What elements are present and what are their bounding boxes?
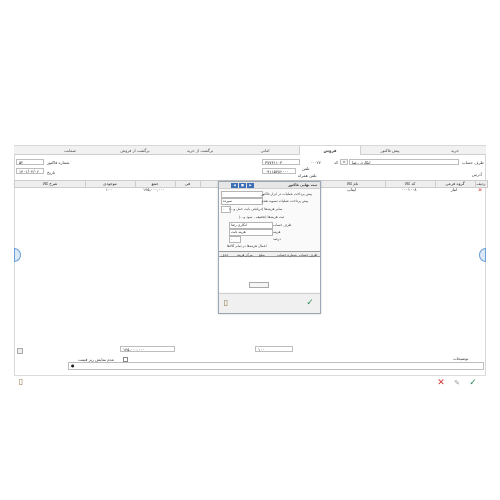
date-field[interactable]: ۱۴۰۱/۰۲/۰۶ xyxy=(16,168,44,174)
address-label: آدرس xyxy=(472,172,482,177)
toolbar-icon-2[interactable]: ■ xyxy=(239,183,246,188)
tab-purchase[interactable]: خرید xyxy=(424,146,486,155)
payment-party-select[interactable]: انکاری رضا xyxy=(229,222,273,229)
th-party: طرف حساب xyxy=(299,253,318,257)
date-label: تاریخ xyxy=(47,170,55,175)
th-amount: مبلغ xyxy=(259,253,265,257)
percent-label: درصد xyxy=(273,237,281,241)
fee-label: هزینه xyxy=(273,230,281,234)
payment-party-label: طرف حساب xyxy=(273,223,292,227)
dropdown-arrow-icon[interactable]: ▾ xyxy=(340,159,348,165)
qty-total-field: ۱۰۰ xyxy=(255,346,293,352)
cancel-x-icon[interactable]: ✕ xyxy=(436,378,446,388)
tab-purchase-return[interactable]: برگشت از خرید xyxy=(169,146,231,155)
code-label: کد xyxy=(334,160,339,165)
row-name: لپتاپ xyxy=(347,187,356,192)
costs-table-header: طرف حساب شماره حساب مبلغ مرکز هزینه حذف xyxy=(219,251,320,257)
row-subgroup: انبار xyxy=(450,187,458,192)
invoice-number-field[interactable]: ۵۲ xyxy=(16,159,44,165)
tab-proforma[interactable]: پیش فاکتور xyxy=(359,146,421,155)
exit-icon[interactable]: ▯ xyxy=(16,377,26,387)
costs-scroll-button[interactable] xyxy=(249,282,269,288)
th-cost-center: مرکز هزینه xyxy=(237,253,253,257)
prepay-label: پیش پرداخت عملیات در ابزار فاکتور xyxy=(261,192,312,196)
th-delete: حذف xyxy=(221,253,229,257)
save-check-icon[interactable]: ✓ xyxy=(468,378,478,388)
row-code: ۰۰۰۱۰۰۸ xyxy=(401,187,417,192)
total-menu-icon[interactable] xyxy=(17,348,23,354)
account-party-label: طرف حساب xyxy=(462,160,484,165)
other-costs-label: سایر هزینه‌ها (دریافتی بابت حمل و...) xyxy=(229,207,283,211)
mobile-field[interactable]: ۰۹۱۱۵۷۸۶۰۰۰ xyxy=(262,168,296,174)
apply-costs-note: اعمال هزینه‌ها در تمام کالاها xyxy=(227,244,267,248)
exit-door-icon[interactable]: ▯ xyxy=(221,298,231,308)
costs-table-body xyxy=(219,258,320,292)
edit-pencil-icon[interactable]: ✎ xyxy=(452,378,462,388)
toolbar-icon-1[interactable]: ◀ xyxy=(231,183,238,188)
account-party-input[interactable]: انکاری رضا xyxy=(349,159,459,165)
percent-input[interactable]: ۰ xyxy=(229,236,241,243)
dialog-titlebar: ◀ ■ ▶ ثبت نهایی فاکتور xyxy=(219,182,320,189)
invoice-number-label: شماره فاکتور xyxy=(47,160,70,165)
main-footer xyxy=(14,375,486,393)
th-account: شماره حساب xyxy=(277,253,297,257)
tab-sales-return[interactable]: برگشت از فروش xyxy=(104,146,166,155)
row-total: ۱۴۵,۰۰۰,۰۰۰ xyxy=(143,187,165,192)
toolbar-icon-3[interactable]: ▶ xyxy=(247,183,254,188)
prepay-input[interactable]: ۰ xyxy=(221,191,263,198)
confirm-check-icon[interactable]: ✓ xyxy=(305,298,315,308)
tab-sales[interactable]: فروش xyxy=(299,146,361,155)
mobile-label: تلفن همراه xyxy=(298,173,317,178)
row-stock: ۱۰۰ xyxy=(105,187,113,192)
dialog-footer: ▯ ✓ xyxy=(219,293,320,313)
fee-select[interactable]: هزینه ثابت xyxy=(229,229,273,236)
next-page-button[interactable] xyxy=(479,248,486,262)
code-value: ۰۰۰۲۷ xyxy=(310,160,321,165)
settle-input[interactable]: سپرده xyxy=(221,198,263,205)
finalize-invoice-dialog: ◀ ■ ▶ ثبت نهایی فاکتور ۰ پیش پرداخت عملی… xyxy=(218,181,321,314)
tab-consignment[interactable]: امانی xyxy=(234,146,296,155)
tab-bar: خرید پیش فاکتور فروش امانی برگشت از خرید… xyxy=(14,146,486,155)
settle-label: پیش پرداخت عملیات تسویه نقدی xyxy=(261,199,309,203)
dialog-title: ثبت نهایی فاکتور xyxy=(287,183,317,187)
descriptions-input[interactable]: ● xyxy=(68,362,484,370)
phone-field[interactable]: ۳۷۷۳۱۱۰۳ xyxy=(262,159,300,165)
total-field: ۱۴۵,۰۰۰,۰۰۰ xyxy=(120,346,175,352)
delete-row-icon[interactable]: ⊠ xyxy=(474,187,486,193)
descriptions-label: توضیحات xyxy=(453,356,469,361)
tab-guarantee[interactable]: ضمانت xyxy=(39,146,101,155)
phone-label: تلفن xyxy=(302,166,310,171)
costs-section-label: ثبت هزینه‌ها (تخفیف - سود و...) xyxy=(239,215,285,219)
